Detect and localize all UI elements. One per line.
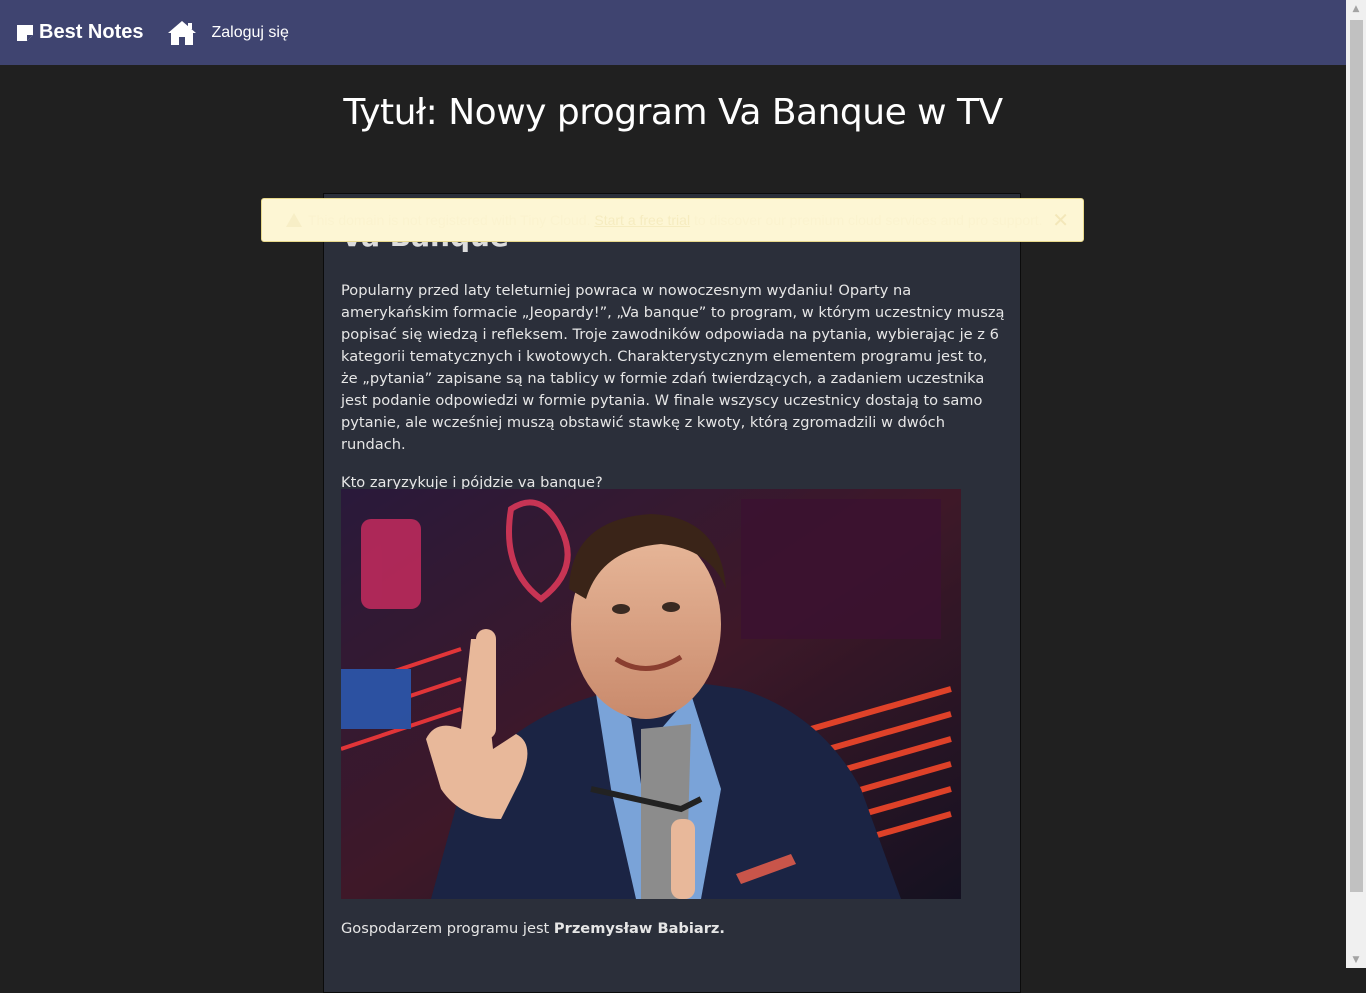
vertical-scrollbar[interactable]: ▲ ▼ (1346, 0, 1366, 968)
note-icon (17, 24, 33, 41)
notice-text: This domain is not registered with Tiny … (308, 212, 1052, 228)
warning-icon (286, 213, 302, 227)
home-link[interactable] (167, 20, 197, 46)
login-link[interactable]: Zaloguj się (211, 24, 288, 42)
host-photo (341, 489, 961, 899)
notice-trial-link[interactable]: Start a free trial (594, 212, 690, 228)
close-icon[interactable]: ✕ (1052, 208, 1069, 233)
brand-name: Best Notes (39, 21, 144, 43)
top-navbar: Best Notes Zaloguj się (0, 0, 1346, 65)
host-photo-illustration (341, 489, 961, 899)
page-title: Tytuł: Nowy program Va Banque w TV (343, 92, 1003, 133)
note-paragraph: Popularny przed laty teleturniej powraca… (341, 282, 1005, 453)
brand-link[interactable]: Best Notes (16, 21, 143, 44)
host-name: Przemysław Babiarz. (553, 920, 725, 937)
host-line: Gospodarzem programu jest Przemysław Bab… (341, 920, 725, 937)
tiny-cloud-notice: This domain is not registered with Tiny … (261, 198, 1084, 242)
scrollbar-thumb[interactable] (1350, 20, 1363, 892)
scroll-up-arrow-icon[interactable]: ▲ (1346, 0, 1366, 17)
notice-text-after: to discover our premium cloud services a… (690, 212, 1043, 228)
host-prefix: Gospodarzem programu jest (341, 920, 554, 937)
scroll-down-arrow-icon[interactable]: ▼ (1346, 951, 1366, 968)
note-body: Popularny przed laty teleturniej powraca… (341, 280, 1007, 510)
note-card: Va Banque Popularny przed laty teleturni… (323, 193, 1021, 993)
home-icon (168, 20, 197, 45)
notice-text-before: This domain is not registered with Tiny … (308, 212, 595, 228)
